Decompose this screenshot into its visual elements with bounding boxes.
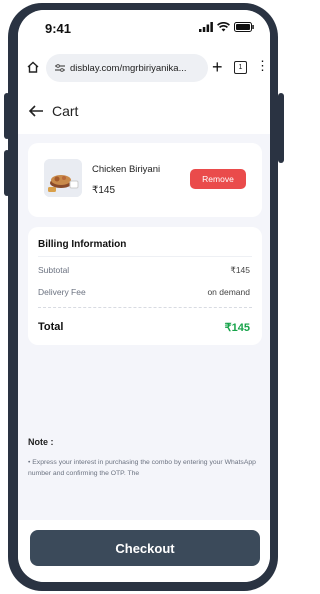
phone-screen: 9:41 disblay.com/mgrbiriyanika... + 1 ⋮ … xyxy=(18,10,270,582)
total-value: ₹145 xyxy=(224,322,250,334)
battery-icon xyxy=(234,22,254,32)
status-time: 9:41 xyxy=(45,21,72,36)
page-title: Cart xyxy=(52,103,79,119)
status-icons xyxy=(199,22,254,32)
status-bar: 9:41 xyxy=(18,10,270,46)
delivery-fee-value: on demand xyxy=(207,287,250,297)
wifi-icon xyxy=(217,22,230,32)
subtotal-value: ₹145 xyxy=(230,265,250,275)
cart-header: Cart xyxy=(18,90,270,134)
phone-power-button xyxy=(278,93,284,163)
home-icon[interactable] xyxy=(26,60,40,74)
back-arrow-icon[interactable] xyxy=(28,103,44,119)
delivery-fee-label: Delivery Fee xyxy=(38,287,86,297)
item-name: Chicken Biriyani xyxy=(92,164,161,175)
total-label: Total xyxy=(38,321,64,333)
plus-icon[interactable]: + xyxy=(212,58,223,76)
tabs-icon[interactable]: 1 xyxy=(234,61,247,74)
divider xyxy=(38,256,252,257)
note-title: Note : xyxy=(28,437,54,447)
item-price: ₹145 xyxy=(92,185,116,196)
dashed-divider xyxy=(38,307,252,308)
checkout-bar: Checkout xyxy=(18,520,270,582)
billing-card: Billing Information Subtotal ₹145 Delive… xyxy=(28,227,262,345)
cart-item-card: Chicken Biriyani ₹145 Remove xyxy=(28,143,262,217)
browser-url-bar: disblay.com/mgrbiriyanika... + 1 ⋮ xyxy=(18,46,270,90)
checkout-button[interactable]: Checkout xyxy=(30,530,260,566)
billing-title: Billing Information xyxy=(38,239,127,250)
tune-icon xyxy=(55,64,65,72)
subtotal-label: Subtotal xyxy=(38,265,70,275)
url-field[interactable]: disblay.com/mgrbiriyanika... xyxy=(46,54,208,82)
url-text: disblay.com/mgrbiriyanika... xyxy=(70,62,187,74)
item-image xyxy=(44,159,82,197)
signal-icon xyxy=(199,22,213,32)
remove-button[interactable]: Remove xyxy=(190,169,246,189)
more-icon[interactable]: ⋮ xyxy=(256,59,269,72)
note-text: • Express your interest in purchasing th… xyxy=(28,459,256,477)
